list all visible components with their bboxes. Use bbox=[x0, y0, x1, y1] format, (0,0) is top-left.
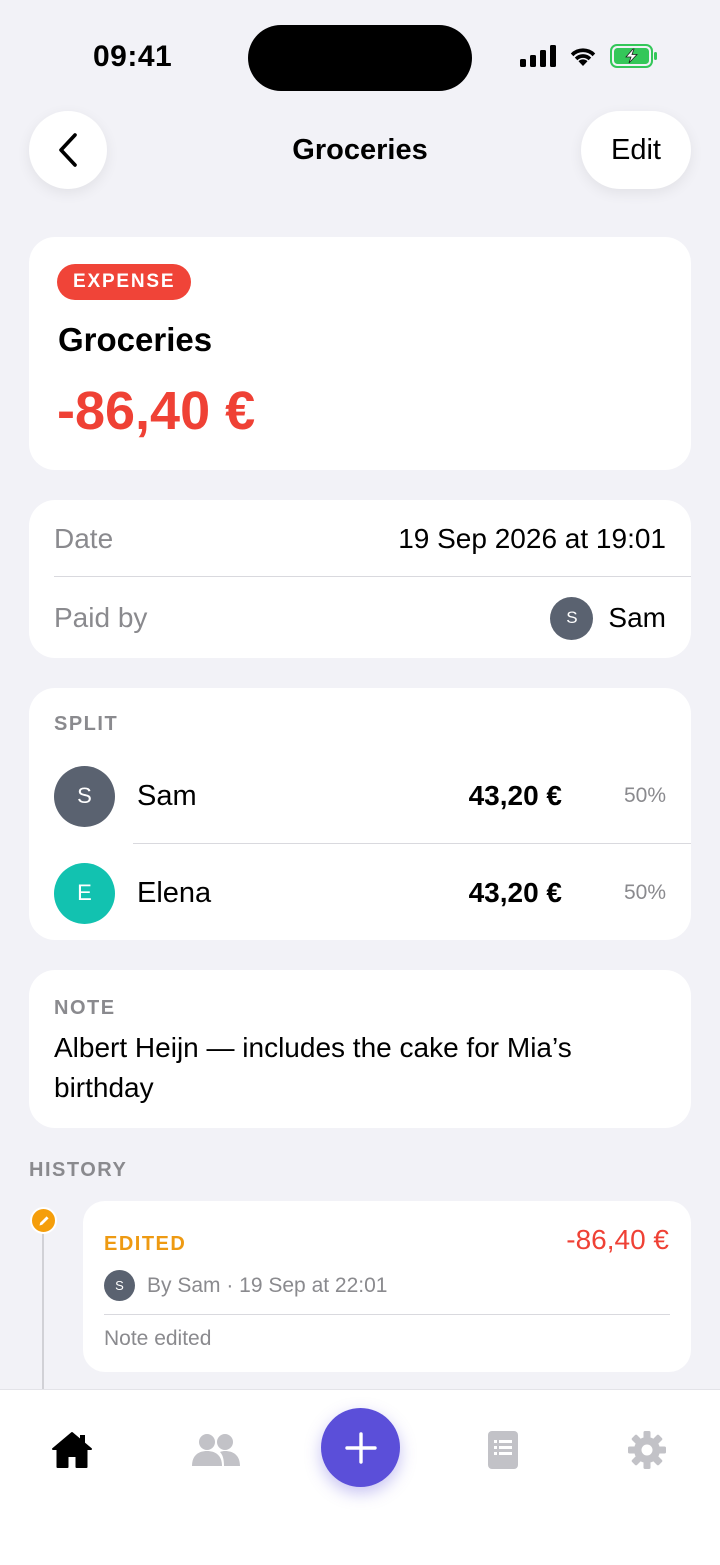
split-card: SPLIT S Sam 43,20 € 50% E Elena 43,20 € … bbox=[29, 688, 691, 940]
pencil-icon bbox=[30, 1207, 57, 1234]
battery-charging-icon bbox=[610, 44, 657, 68]
timeline-line bbox=[42, 1233, 44, 1393]
history-entry-meta: S By Sam · 19 Sep at 22:01 bbox=[104, 1270, 387, 1301]
split-amount: 43,20 € bbox=[468, 780, 562, 811]
status-icons bbox=[520, 44, 658, 68]
note-section-label: NOTE bbox=[54, 997, 116, 1019]
people-icon bbox=[192, 1434, 240, 1466]
split-percent: 50% bbox=[623, 881, 666, 904]
history-entry-amount: -86,40 € bbox=[566, 1224, 669, 1255]
split-percent: 50% bbox=[623, 784, 666, 807]
tab-settings[interactable] bbox=[620, 1423, 674, 1477]
avatar: S bbox=[550, 596, 594, 640]
note-text: Albert Heijn — includes the cake for Mia… bbox=[54, 1032, 572, 1103]
navigation-bar: Groceries Edit bbox=[0, 111, 720, 191]
wifi-icon bbox=[570, 48, 596, 66]
date-label: Date bbox=[54, 523, 114, 554]
paid-by-row[interactable]: Paid by S Sam bbox=[54, 579, 666, 657]
history-entry-description: Note edited bbox=[104, 1327, 212, 1350]
list-icon bbox=[488, 1431, 518, 1469]
split-member-name: Sam bbox=[137, 779, 197, 812]
date-row: Date 19 Sep 2026 at 19:01 bbox=[54, 500, 666, 578]
tab-transactions[interactable] bbox=[476, 1423, 530, 1477]
history-entry-type: EDITED bbox=[104, 1233, 187, 1255]
transaction-summary-card: EXPENSE Groceries -86,40 € bbox=[29, 237, 691, 470]
add-transaction-button[interactable] bbox=[321, 1408, 400, 1487]
avatar: E bbox=[54, 862, 115, 924]
history-entry-author-date: By Sam · 19 Sep at 22:01 bbox=[147, 1273, 388, 1297]
transaction-details-card: Date 19 Sep 2026 at 19:01 Paid by S Sam bbox=[29, 500, 691, 658]
payer-name: Sam bbox=[608, 602, 666, 633]
paid-by-value: S Sam bbox=[550, 596, 666, 640]
cellular-signal-icon bbox=[520, 45, 556, 67]
history-section-label: HISTORY bbox=[29, 1159, 128, 1181]
divider bbox=[133, 843, 691, 844]
expense-badge: EXPENSE bbox=[57, 264, 192, 300]
avatar: S bbox=[104, 1270, 135, 1301]
home-icon bbox=[52, 1432, 92, 1468]
tab-home[interactable] bbox=[45, 1423, 99, 1477]
split-member-name: Elena bbox=[137, 876, 212, 909]
history-entry-card[interactable]: EDITED -86,40 € S By Sam · 19 Sep at 22:… bbox=[83, 1201, 691, 1372]
date-value: 19 Sep 2026 at 19:01 bbox=[398, 523, 666, 554]
status-time: 09:41 bbox=[93, 40, 173, 73]
split-row-elena[interactable]: E Elena 43,20 € 50% bbox=[54, 853, 666, 933]
split-section-label: SPLIT bbox=[54, 713, 119, 735]
tab-bar bbox=[0, 1389, 720, 1565]
note-card: NOTE Albert Heijn — includes the cake fo… bbox=[29, 970, 691, 1128]
transaction-amount: -86,40 € bbox=[57, 381, 256, 441]
gear-icon bbox=[628, 1431, 666, 1469]
transaction-title: Groceries bbox=[58, 321, 213, 358]
split-amount: 43,20 € bbox=[468, 877, 562, 908]
dynamic-island bbox=[248, 25, 472, 91]
status-bar: 09:41 bbox=[0, 0, 720, 110]
avatar: S bbox=[54, 765, 115, 827]
divider bbox=[104, 1314, 670, 1315]
edit-button[interactable]: Edit bbox=[581, 111, 691, 189]
plus-icon bbox=[344, 1431, 377, 1464]
paid-by-label: Paid by bbox=[54, 602, 148, 633]
divider bbox=[54, 576, 691, 577]
split-row-sam[interactable]: S Sam 43,20 € 50% bbox=[54, 756, 666, 836]
tab-members[interactable] bbox=[189, 1423, 243, 1477]
